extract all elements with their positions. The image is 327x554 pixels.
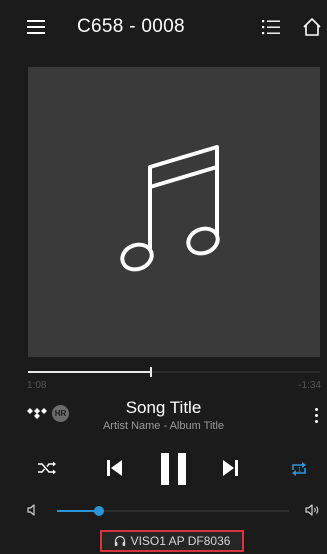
output-device-label: VISO1 AP DF8036 [130,534,231,548]
skip-previous-icon[interactable] [107,459,123,477]
remaining-time: -1:34 [298,380,321,391]
album-artwork [28,67,320,357]
volume-slider-fill [57,510,99,512]
volume-slider-handle[interactable] [93,506,104,516]
seek-bar[interactable] [28,367,320,377]
seek-bar-handle[interactable] [149,367,152,377]
home-icon[interactable] [302,17,322,37]
volume-slider[interactable] [57,506,289,516]
artist-album-label: Artist Name - Album Title [102,420,225,432]
elapsed-time: 1:08 [27,380,47,391]
list-icon[interactable] [262,19,280,35]
more-options-icon[interactable] [315,408,319,424]
app-header: C658 - 0008 [0,0,327,56]
volume-high-icon[interactable] [305,504,321,516]
music-note-icon [120,145,220,272]
page-title: C658 - 0008 [77,16,185,37]
pause-icon[interactable] [161,453,187,485]
seek-bar-fill [28,371,151,373]
shuffle-icon[interactable] [38,461,56,475]
repeat-icon[interactable]: 1 [289,459,309,479]
output-device-button[interactable]: VISO1 AP DF8036 [100,530,244,552]
skip-next-icon[interactable] [222,459,238,477]
headphones-icon [114,535,125,546]
volume-low-icon[interactable] [27,504,37,516]
hamburger-icon[interactable] [27,20,45,34]
song-title: Song Title [125,398,202,417]
